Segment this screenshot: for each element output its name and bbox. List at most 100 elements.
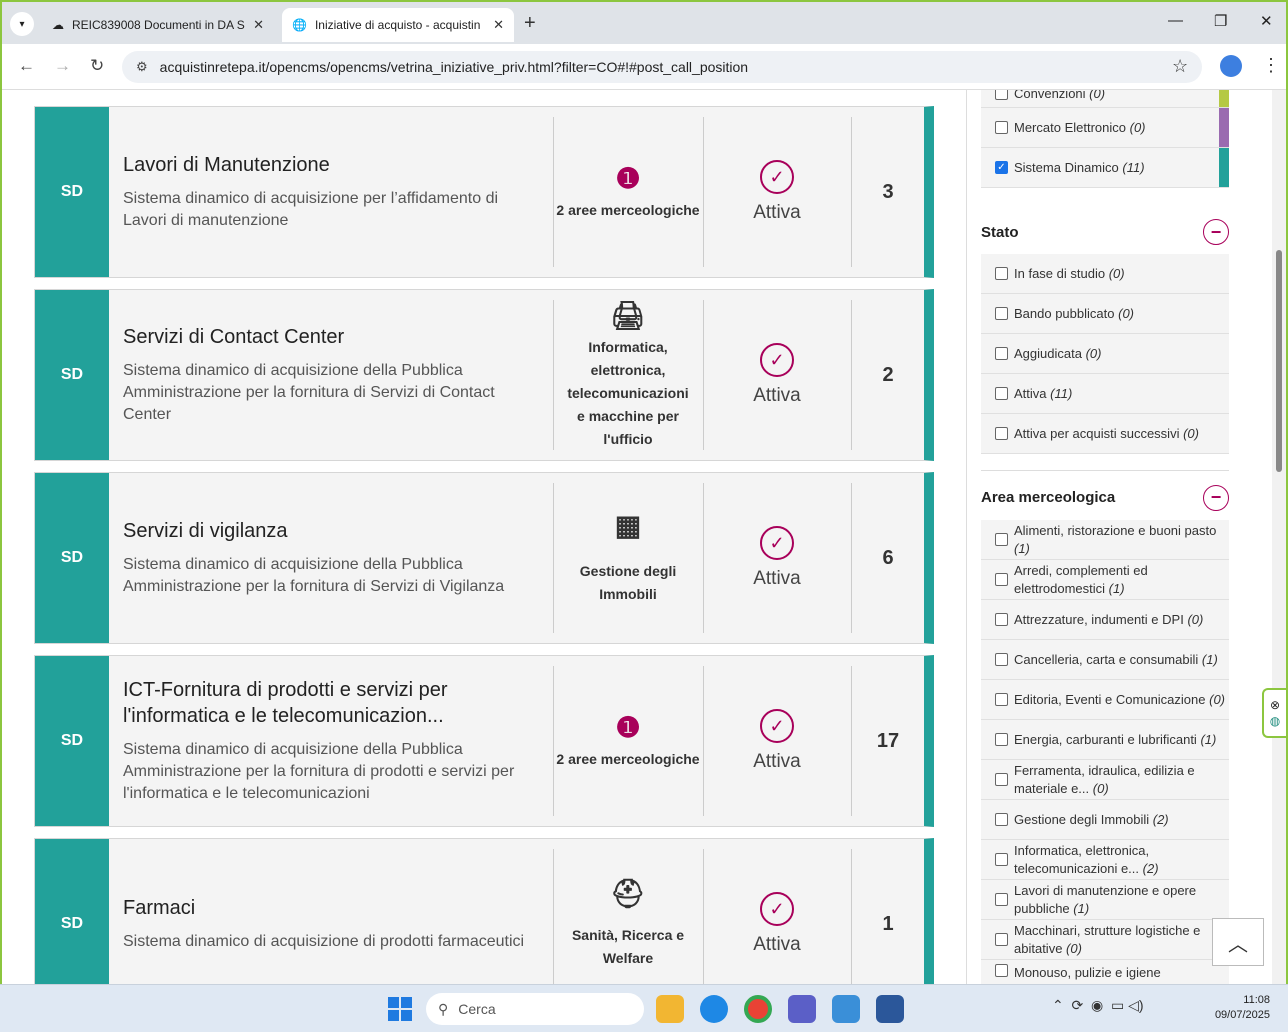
vertical-scrollbar[interactable] [1272, 90, 1286, 984]
card-title[interactable]: Servizi di Contact Center [123, 324, 543, 350]
filter-area[interactable]: Energia, carburanti e lubrificanti (1) [981, 720, 1229, 760]
checkbox[interactable] [995, 90, 1008, 100]
checkbox[interactable] [995, 933, 1008, 946]
filter-stato[interactable]: Attiva per acquisti successivi (0) [981, 414, 1229, 454]
forward-button[interactable]: → [54, 56, 71, 76]
card-title[interactable]: Lavori di Manutenzione [123, 152, 543, 178]
reload-button[interactable]: ↻ [90, 56, 104, 76]
checkbox-checked[interactable]: ✓ [995, 161, 1008, 174]
extension-widget[interactable]: ⊗ ◍ [1262, 688, 1286, 738]
checkbox[interactable] [995, 121, 1008, 134]
initiative-card[interactable]: SD Lavori di Manutenzione Sistema dinami… [34, 106, 934, 278]
checkbox[interactable] [995, 347, 1008, 360]
checkbox[interactable] [995, 964, 1008, 977]
system-tray[interactable]: ⌃ ⟳ ◉ ▭ ◁) [1052, 997, 1144, 1014]
scrollbar-thumb[interactable] [1276, 250, 1282, 472]
checkbox[interactable] [995, 573, 1008, 586]
filter-count: (0) [1129, 119, 1146, 135]
back-to-top-button[interactable]: ︿ [1212, 918, 1264, 966]
new-tab-button[interactable]: + [524, 12, 536, 35]
tab-iniziative[interactable]: 🌐 Iniziative di acquisto - acquistin ✕ [282, 8, 514, 42]
filter-area[interactable]: Attrezzature, indumenti e DPI (0) [981, 600, 1229, 640]
browser-window: ▾ ☁ REIC839008 Documenti in DA S ✕ 🌐 Ini… [0, 0, 1288, 984]
collapse-icon[interactable]: − [1203, 219, 1229, 245]
filter-count: (0) [1066, 940, 1082, 956]
card-title[interactable]: Farmaci [123, 895, 543, 921]
close-icon[interactable]: ⊗ [1270, 698, 1280, 712]
tab-search-button[interactable]: ▾ [10, 12, 34, 36]
filter-area[interactable]: Editoria, Eventi e Comunicazione (0) [981, 680, 1229, 720]
file-explorer-icon[interactable] [656, 995, 684, 1023]
navigation-bar: ← → ↻ ⚙ acquistinretepa.it/opencms/openc… [2, 44, 1286, 90]
checkbox[interactable] [995, 427, 1008, 440]
card-description: Sistema dinamico di acquisizione di prod… [123, 933, 525, 950]
filter-count: (0) [1183, 425, 1199, 441]
section-area-header[interactable]: Area merceologica − [981, 470, 1229, 520]
checkbox[interactable] [995, 653, 1008, 666]
close-window-button[interactable]: ✕ [1260, 12, 1273, 30]
back-button[interactable]: ← [18, 56, 35, 76]
filter-area[interactable]: Arredi, complementi ed elettrodomestici … [981, 560, 1229, 600]
section-stato-header[interactable]: Stato − [981, 212, 1229, 248]
tab-title: REIC839008 Documenti in DA S [72, 18, 245, 32]
clock[interactable]: 11:08 09/07/2025 [1204, 993, 1270, 1023]
filter-stato[interactable]: In fase di studio (0) [981, 254, 1229, 294]
tab-reic[interactable]: ☁ REIC839008 Documenti in DA S ✕ [42, 8, 274, 42]
windows-start-icon[interactable] [388, 997, 412, 1021]
collapse-icon[interactable]: − [1203, 484, 1229, 511]
checkbox[interactable] [995, 267, 1008, 280]
bookmark-star-icon[interactable]: ☆ [1172, 56, 1188, 77]
filter-stato[interactable]: Attiva (11) [981, 374, 1229, 414]
filter-count: (1) [1014, 540, 1030, 556]
initiative-card[interactable]: SD Servizi di Contact Center Sistema din… [34, 289, 934, 461]
teams-icon[interactable] [788, 995, 816, 1023]
filter-label: Attiva per acquisti successivi [1014, 425, 1180, 441]
card-title[interactable]: ICT-Fornitura di prodotti e servizi per … [123, 677, 543, 729]
globe-icon[interactable]: ◍ [1270, 714, 1280, 728]
menu-icon[interactable]: ⋮ [1262, 55, 1280, 76]
filter-stato[interactable]: Bando pubblicato (0) [981, 294, 1229, 334]
word-icon[interactable] [876, 995, 904, 1023]
checkbox[interactable] [995, 533, 1008, 546]
minimize-button[interactable]: — [1168, 12, 1183, 29]
close-tab-icon[interactable]: ✕ [493, 17, 504, 33]
checkbox[interactable] [995, 853, 1008, 866]
photos-icon[interactable] [832, 995, 860, 1023]
profile-avatar[interactable] [1220, 55, 1242, 77]
chrome-icon[interactable] [744, 995, 772, 1023]
checkbox[interactable] [995, 813, 1008, 826]
filter-area[interactable]: Monouso, pulizie e igiene [981, 960, 1229, 984]
restore-button[interactable]: ❐ [1214, 12, 1227, 30]
filter-strumento-sd[interactable]: ✓ Sistema Dinamico (11) [981, 148, 1229, 188]
filter-area[interactable]: Alimenti, ristorazione e buoni pasto (1) [981, 520, 1229, 560]
filter-area[interactable]: Cancelleria, carta e consumabili (1) [981, 640, 1229, 680]
checkbox[interactable] [995, 613, 1008, 626]
initiative-card[interactable]: SD Farmaci Sistema dinamico di acquisizi… [34, 838, 934, 984]
count-value: 3 [882, 180, 894, 203]
site-info-icon[interactable]: ⚙ [136, 59, 148, 75]
filter-strumento-convenzioni[interactable]: Convenzioni (0) [981, 90, 1229, 108]
checkbox[interactable] [995, 387, 1008, 400]
area-label: 2 aree merceologiche [556, 201, 700, 218]
address-bar[interactable]: ⚙ acquistinretepa.it/opencms/opencms/vet… [122, 51, 1202, 83]
initiative-card[interactable]: SD ICT-Fornitura di prodotti e servizi p… [34, 655, 934, 827]
status-label: Attiva [753, 202, 801, 223]
filter-strumento-mepa[interactable]: Mercato Elettronico (0) [981, 108, 1229, 148]
card-title[interactable]: Servizi di vigilanza [123, 518, 543, 544]
filter-area[interactable]: Macchinari, strutture logistiche e abita… [981, 920, 1229, 960]
close-tab-icon[interactable]: ✕ [253, 17, 264, 33]
filter-stato[interactable]: Aggiudicata (0) [981, 334, 1229, 374]
checkbox[interactable] [995, 307, 1008, 320]
edge-icon[interactable] [700, 995, 728, 1023]
checkbox[interactable] [995, 773, 1008, 786]
checkbox[interactable] [995, 693, 1008, 706]
filter-area[interactable]: Gestione degli Immobili (2) [981, 800, 1229, 840]
taskbar-search[interactable]: ⚲ Cerca [426, 993, 644, 1025]
checkbox[interactable] [995, 733, 1008, 746]
status-label: Attiva [753, 385, 801, 406]
initiative-card[interactable]: SD Servizi di vigilanza Sistema dinamico… [34, 472, 934, 644]
filter-area[interactable]: Lavori di manutenzione e opere pubbliche… [981, 880, 1229, 920]
checkbox[interactable] [995, 893, 1008, 906]
filter-area[interactable]: Ferramenta, idraulica, edilizia e materi… [981, 760, 1229, 800]
filter-area[interactable]: Informatica, elettronica, telecomunicazi… [981, 840, 1229, 880]
